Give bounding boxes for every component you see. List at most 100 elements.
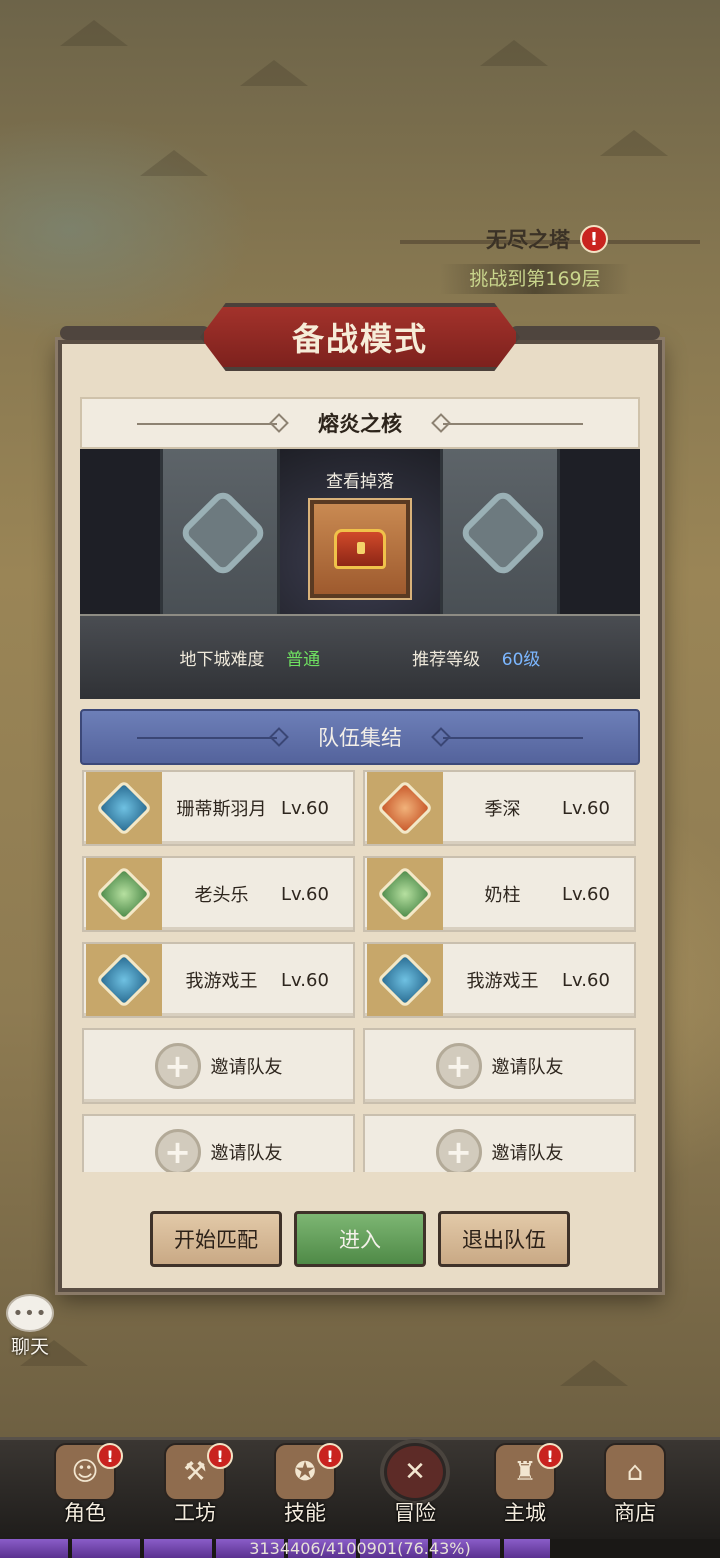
- class-badge: [86, 858, 162, 930]
- chat-bubble-icon: •••: [6, 1294, 54, 1332]
- mage-hat-icon: [95, 951, 153, 1009]
- member-level: Lv.60: [562, 969, 610, 991]
- member-level: Lv.60: [562, 883, 610, 905]
- mountain-decoration: [560, 1360, 628, 1386]
- view-drops-label[interactable]: 查看掉落: [80, 467, 640, 492]
- mountain-decoration: [60, 20, 128, 46]
- nav-label: 技能: [284, 1501, 326, 1525]
- header-deco-diamond: [269, 727, 289, 747]
- nav-label: 主城: [504, 1501, 546, 1525]
- crossed-swords-icon: ✕: [384, 1443, 446, 1501]
- header-deco-line: [137, 423, 277, 425]
- nav-item-character[interactable]: ☺ ! 角色: [39, 1437, 131, 1531]
- endless-tower-label[interactable]: 无尽之塔 !: [452, 222, 642, 256]
- mage-hat-icon: [95, 779, 153, 837]
- team-slot-list[interactable]: 珊蒂斯羽月 Lv.60 季深 Lv.60 老头乐 Lv.60 奶柱 Lv.60 …: [82, 770, 638, 1172]
- sword-icon: [376, 779, 434, 837]
- plus-icon: +: [154, 1129, 201, 1172]
- invite-label: 邀请队友: [210, 1143, 283, 1164]
- endless-tower-progress: 挑战到第169层: [440, 264, 630, 294]
- header-deco-line: [443, 423, 583, 425]
- alert-icon: !: [537, 1443, 563, 1469]
- experience-text: 3134406/4100901(76.43%): [249, 1539, 471, 1558]
- member-name: 我游戏王: [466, 971, 539, 992]
- chat-button[interactable]: ••• 聊天: [4, 1294, 56, 1358]
- healer-icon: [376, 865, 434, 923]
- class-badge: [367, 858, 443, 930]
- invite-label: 邀请队友: [491, 1057, 564, 1078]
- dungeon-name-header: 熔炎之核: [80, 397, 640, 449]
- title-wing-left: [60, 326, 210, 340]
- member-level: Lv.60: [281, 883, 329, 905]
- title-wing-right: [510, 326, 660, 340]
- plus-icon: +: [435, 1043, 482, 1089]
- difficulty-value: 普通: [286, 650, 321, 670]
- shop-icon: ⌂: [604, 1443, 666, 1501]
- mountain-decoration: [480, 40, 548, 66]
- mountain-decoration: [240, 60, 308, 86]
- invite-label: 邀请队友: [210, 1057, 283, 1078]
- nav-item-skills[interactable]: ✪ ! 技能: [259, 1437, 351, 1531]
- mountain-decoration: [600, 130, 668, 156]
- experience-bar: 3134406/4100901(76.43%): [0, 1539, 720, 1558]
- member-level: Lv.60: [281, 969, 329, 991]
- team-member-slot[interactable]: 老头乐 Lv.60: [82, 856, 355, 932]
- nav-item-adventure[interactable]: ✕ 冒险: [369, 1437, 461, 1531]
- member-name: 老头乐: [194, 885, 249, 906]
- chat-label: 聊天: [10, 1336, 49, 1358]
- mage-hat-icon: [376, 951, 434, 1009]
- spiral-rune-icon: [177, 487, 269, 579]
- member-level: Lv.60: [562, 797, 610, 819]
- nav-label: 冒险: [394, 1501, 436, 1525]
- alert-icon: !: [317, 1443, 343, 1469]
- member-level: Lv.60: [281, 797, 329, 819]
- invite-teammate-slot[interactable]: + 邀请队友: [363, 1114, 636, 1172]
- plus-icon: +: [435, 1129, 482, 1172]
- spiral-rune-icon: [457, 487, 549, 579]
- drop-chest-button[interactable]: [310, 500, 410, 598]
- invite-teammate-slot[interactable]: + 邀请队友: [82, 1028, 355, 1104]
- team-assemble-title: 队伍集结: [318, 726, 402, 750]
- healer-icon: [95, 865, 153, 923]
- class-badge: [86, 772, 162, 844]
- nav-label: 商店: [614, 1501, 656, 1525]
- treasure-chest-icon: [334, 529, 386, 569]
- class-badge: [367, 772, 443, 844]
- invite-teammate-slot[interactable]: + 邀请队友: [363, 1028, 636, 1104]
- dungeon-info-row: 地下城难度 普通 推荐等级 60级: [80, 645, 640, 675]
- dungeon-name: 熔炎之核: [318, 412, 402, 436]
- invite-teammate-slot[interactable]: + 邀请队友: [82, 1114, 355, 1172]
- mountain-decoration: [140, 150, 208, 176]
- team-assemble-header: 队伍集结: [80, 709, 640, 765]
- class-badge: [86, 944, 162, 1016]
- nav-item-main-city[interactable]: ♜ ! 主城: [479, 1437, 571, 1531]
- team-member-slot[interactable]: 珊蒂斯羽月 Lv.60: [82, 770, 355, 846]
- alert-icon: !: [580, 225, 608, 253]
- recommend-level-label: 推荐等级: [412, 650, 481, 670]
- nav-item-workshop[interactable]: ⚒ ! 工坊: [149, 1437, 241, 1531]
- alert-icon: !: [97, 1443, 123, 1469]
- difficulty-label: 地下城难度: [179, 650, 265, 670]
- leave-team-button[interactable]: 退出队伍: [438, 1211, 570, 1267]
- nav-item-shop[interactable]: ⌂ 商店: [589, 1437, 681, 1531]
- header-deco-line: [443, 737, 583, 739]
- plus-icon: +: [154, 1043, 201, 1089]
- member-name: 季深: [484, 799, 521, 820]
- team-member-slot[interactable]: 我游戏王 Lv.60: [363, 942, 636, 1018]
- team-member-slot[interactable]: 季深 Lv.60: [363, 770, 636, 846]
- member-name: 奶柱: [484, 885, 521, 906]
- header-deco-line: [137, 737, 277, 739]
- bottom-nav: ☺ ! 角色 ⚒ ! 工坊 ✪ ! 技能 ✕ 冒险 ♜ ! 主城 ⌂ 商店: [0, 1437, 720, 1539]
- nav-label: 工坊: [174, 1501, 216, 1525]
- start-matching-button[interactable]: 开始匹配: [150, 1211, 282, 1267]
- modal-title: 备战模式: [291, 320, 428, 358]
- member-name: 我游戏王: [185, 971, 258, 992]
- enter-button[interactable]: 进入: [294, 1211, 426, 1267]
- header-deco-diamond: [269, 413, 289, 433]
- invite-label: 邀请队友: [491, 1143, 564, 1164]
- member-name: 珊蒂斯羽月: [176, 799, 267, 820]
- team-member-slot[interactable]: 奶柱 Lv.60: [363, 856, 636, 932]
- dungeon-scene: 查看掉落 地下城难度 普通 推荐等级 60级: [80, 449, 640, 699]
- modal-title-plate: 备战模式: [200, 303, 520, 371]
- team-member-slot[interactable]: 我游戏王 Lv.60: [82, 942, 355, 1018]
